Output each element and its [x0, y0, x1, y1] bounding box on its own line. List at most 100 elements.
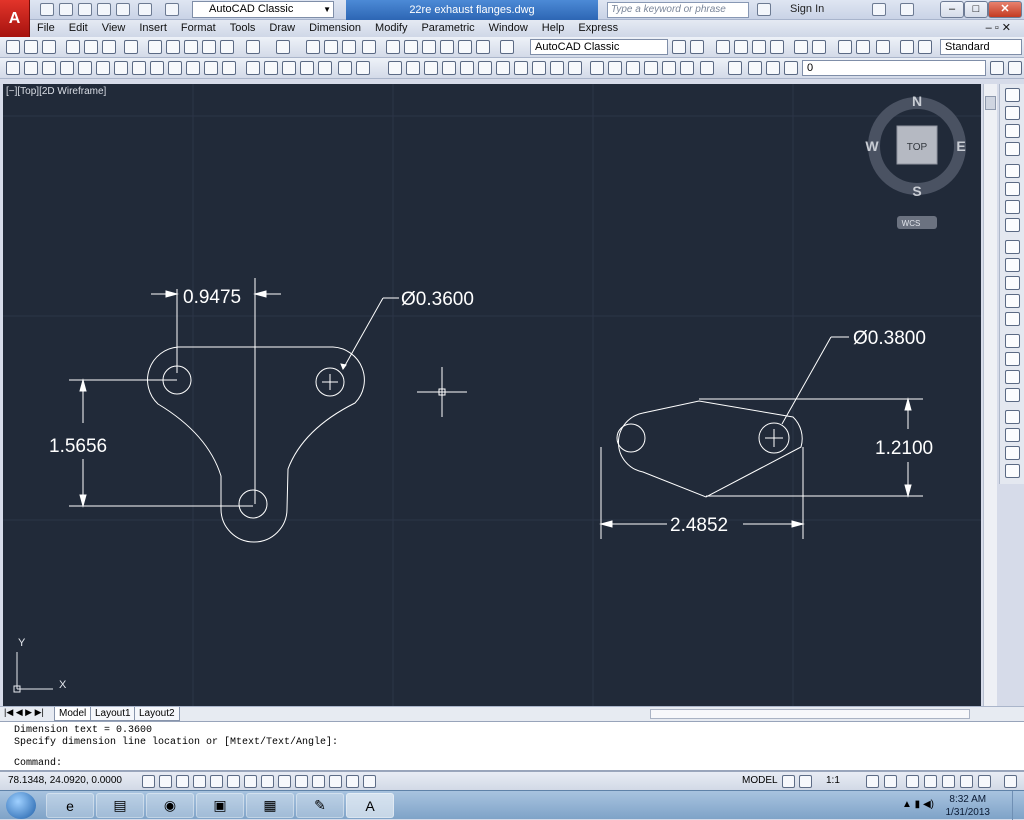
design-center-icon[interactable]	[404, 40, 418, 54]
app-icon-1[interactable]: ▣	[196, 793, 244, 818]
annotation-visibility-icon[interactable]	[866, 775, 879, 788]
show-desktop-button[interactable]	[1012, 791, 1024, 820]
lightbulb-icon[interactable]	[978, 775, 991, 788]
ordinate-icon[interactable]	[1005, 142, 1020, 156]
quick-properties-icon[interactable]	[346, 775, 359, 788]
multileader-align-icon[interactable]	[876, 40, 890, 54]
aligned-dim-icon[interactable]	[1005, 106, 1020, 120]
polar-tracking-icon[interactable]	[210, 775, 223, 788]
stretch-icon[interactable]	[532, 61, 546, 75]
dim-space-icon[interactable]	[1005, 294, 1020, 308]
left-flange[interactable]	[69, 278, 399, 543]
gradient-icon[interactable]	[282, 61, 296, 75]
save-as-icon[interactable]	[97, 3, 111, 16]
open-file-icon[interactable]	[59, 3, 73, 16]
sheet-set-icon[interactable]	[440, 40, 454, 54]
properties-icon[interactable]	[386, 40, 400, 54]
3d-osnap-icon[interactable]	[244, 775, 257, 788]
menu-format[interactable]: Format	[174, 20, 223, 37]
close-button[interactable]: ✕	[988, 1, 1022, 18]
break-at-point-icon[interactable]	[590, 61, 604, 75]
ellipse-arc-icon[interactable]	[186, 61, 200, 75]
doc-window-controls[interactable]: – ▫ ✕	[979, 20, 1018, 37]
dim-height-right[interactable]: 1.2100	[875, 438, 933, 459]
text-style-combo[interactable]: Standard	[940, 39, 1022, 55]
construction-line-icon[interactable]	[24, 61, 38, 75]
compass-west[interactable]: W	[865, 138, 879, 154]
text-style-icon[interactable]	[794, 40, 808, 54]
dim-style-icon[interactable]	[1005, 464, 1020, 478]
jogged-linear-icon[interactable]	[1005, 388, 1020, 402]
array-icon[interactable]	[460, 61, 474, 75]
jogged-icon[interactable]	[1005, 182, 1020, 196]
point-icon[interactable]	[246, 61, 260, 75]
polyline-icon[interactable]	[42, 61, 56, 75]
left-hole-3[interactable]	[238, 489, 268, 519]
tab-layout2[interactable]: Layout2	[134, 707, 180, 721]
viewcube[interactable]: TOP N S E W WCS	[865, 93, 966, 229]
quickcalc-icon[interactable]	[476, 40, 490, 54]
menu-dimension[interactable]: Dimension	[302, 20, 368, 37]
make-block-icon[interactable]	[222, 61, 236, 75]
scroll-thumb[interactable]	[985, 96, 996, 110]
menu-insert[interactable]: Insert	[132, 20, 174, 37]
baseline-icon[interactable]	[1005, 258, 1020, 272]
menu-draw[interactable]: Draw	[262, 20, 302, 37]
help-icon[interactable]	[900, 3, 914, 16]
cut-icon[interactable]	[148, 40, 162, 54]
menu-file[interactable]: File	[30, 20, 62, 37]
minimize-button[interactable]: –	[940, 1, 964, 18]
lineweight-icon[interactable]	[312, 775, 325, 788]
tolerance-icon[interactable]	[1005, 334, 1020, 348]
layer-previous-icon[interactable]	[752, 40, 766, 54]
system-tray-icons[interactable]: ▲ ▮ ◀)	[902, 799, 934, 810]
quick-dim-icon[interactable]	[1005, 240, 1020, 254]
grid-display-icon[interactable]	[176, 775, 189, 788]
add-selected-icon[interactable]	[356, 61, 370, 75]
explode-icon[interactable]	[700, 61, 714, 75]
quick-view-drawings-icon[interactable]	[799, 775, 812, 788]
dim-update-icon[interactable]	[1005, 446, 1020, 460]
block-editor-icon[interactable]	[220, 40, 234, 54]
plot-icon[interactable]	[66, 40, 80, 54]
fillet-icon[interactable]	[662, 61, 676, 75]
open-icon[interactable]	[24, 40, 38, 54]
dia-right[interactable]: Ø0.3800	[853, 328, 926, 349]
angular-icon[interactable]	[1005, 218, 1020, 232]
menu-help[interactable]: Help	[535, 20, 572, 37]
chrome-icon[interactable]: ◉	[146, 793, 194, 818]
right-hole-1[interactable]	[616, 423, 646, 453]
model-space-toggle[interactable]: MODEL	[742, 775, 778, 786]
break-icon[interactable]	[608, 61, 622, 75]
menu-modify[interactable]: Modify	[368, 20, 414, 37]
redo-icon[interactable]	[165, 3, 179, 16]
new-file-icon[interactable]	[40, 3, 54, 16]
multiline-text-icon[interactable]	[338, 61, 352, 75]
linear-dim-icon[interactable]	[1005, 88, 1020, 102]
undo-icon[interactable]	[246, 40, 260, 54]
offset-icon[interactable]	[442, 61, 456, 75]
menu-parametric[interactable]: Parametric	[414, 20, 481, 37]
quick-view-layouts-icon[interactable]	[782, 775, 795, 788]
compass-east[interactable]: E	[956, 138, 965, 154]
undo-icon[interactable]	[138, 3, 152, 16]
layer-combo[interactable]: 0	[802, 60, 986, 76]
dia-left[interactable]: Ø0.3600	[401, 289, 474, 310]
continue-icon[interactable]	[1005, 276, 1020, 290]
auto-scale-icon[interactable]	[884, 775, 897, 788]
object-snap-icon[interactable]	[227, 775, 240, 788]
radius-icon[interactable]	[1005, 164, 1020, 178]
trim-icon[interactable]	[550, 61, 564, 75]
viewport-controls[interactable]: [−][Top][2D Wireframe]	[6, 86, 106, 97]
revcloud-icon[interactable]	[132, 61, 146, 75]
internet-explorer-icon[interactable]: e	[46, 793, 94, 818]
tab-model[interactable]: Model	[54, 707, 92, 721]
scale-icon[interactable]	[514, 61, 528, 75]
paste-icon[interactable]	[184, 40, 198, 54]
app-icon-2[interactable]: ▦	[246, 793, 294, 818]
make-current-icon[interactable]	[990, 61, 1004, 75]
save-icon[interactable]	[42, 40, 56, 54]
extend-icon[interactable]	[568, 61, 582, 75]
arc-icon[interactable]	[96, 61, 110, 75]
dim-width-left[interactable]: 0.9475	[183, 287, 241, 308]
